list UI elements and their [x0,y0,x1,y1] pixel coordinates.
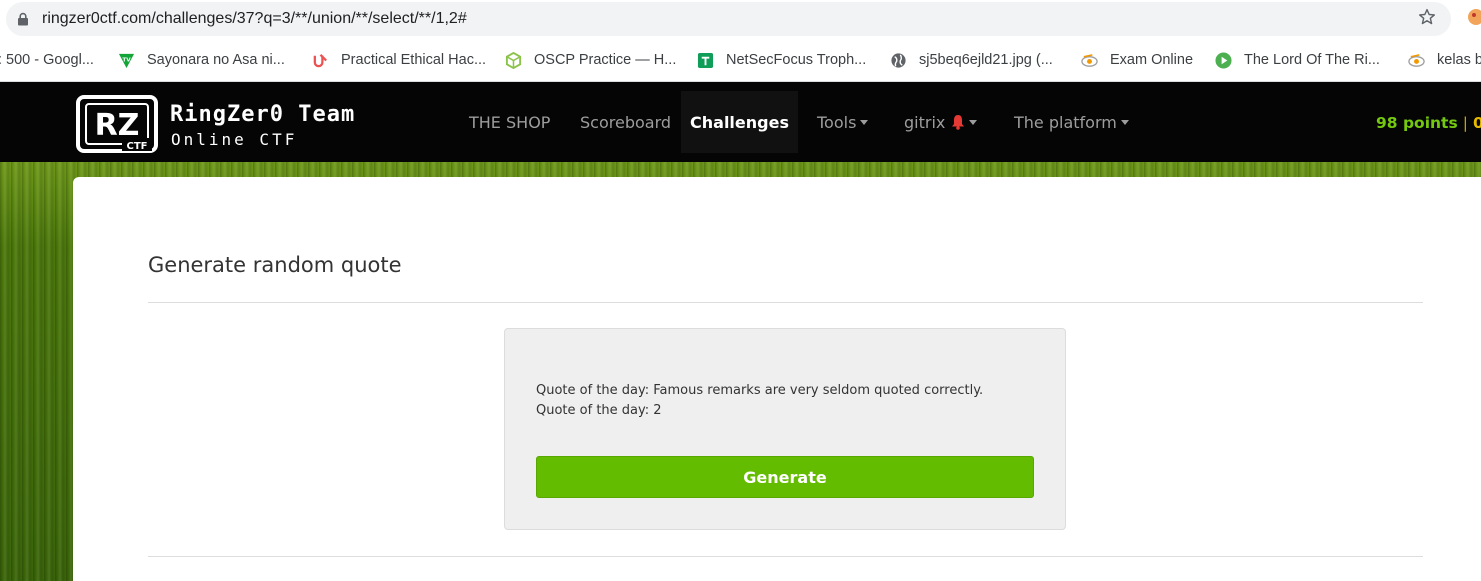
site-navbar: RZ CTF RingZer0 Team Online CTF THE SHOP… [0,82,1481,162]
nav-the-platform[interactable]: The platform [1014,91,1129,153]
play-icon [1215,51,1232,69]
ringzer0-logo[interactable]: RZ CTF RingZer0 Team Online CTF [76,95,436,153]
extension-icon[interactable] [1466,7,1481,27]
bookmark-item[interactable]: TV Sayonara no Asa ni... [118,49,285,71]
url-text[interactable]: ringzer0ctf.com/challenges/37?q=3/**/uni… [42,10,467,28]
bookmark-item[interactable]: Practical Ethical Hac... [312,49,486,71]
bookmarks-bar: : 500 - Googl... TV Sayonara no Asa ni..… [0,38,1481,82]
bookmark-label: Exam Online [1110,52,1194,68]
user-points[interactable]: 98 points | 0 [1376,114,1481,132]
lock-icon[interactable] [16,12,30,26]
nav-user-menu[interactable]: gitrix [904,91,978,153]
sheets-icon [697,52,714,68]
bell-icon [952,115,965,130]
quote-panel [504,328,1066,530]
tv-icon: TV [118,53,135,68]
url-field[interactable]: ringzer0ctf.com/challenges/37?q=3/**/uni… [6,2,1451,36]
bookmark-label: sj5beq6ejld21.jpg (... [919,52,1053,68]
address-bar: ringzer0ctf.com/challenges/37?q=3/**/uni… [0,0,1481,38]
quote-line: Quote of the day: Famous remarks are ver… [536,383,984,398]
extra-value: 0 [1472,114,1481,132]
bookmark-item[interactable]: The Lord Of The Ri... [1215,49,1380,71]
generate-button[interactable]: Generate [536,456,1034,498]
svg-text:TV: TV [122,57,131,63]
nav-label: The platform [1014,112,1117,132]
quote-line: Quote of the day: 2 [536,403,662,418]
star-icon[interactable] [1417,7,1437,27]
bookmark-item[interactable]: : 500 - Googl... [0,49,94,71]
bookmark-label: NetSecFocus Troph... [726,52,867,68]
bookmark-item[interactable]: sj5beq6ejld21.jpg (... [890,49,1053,71]
bookmark-label: kelas b [1437,52,1481,68]
chevron-down-icon [860,119,869,125]
divider [148,302,1423,303]
logo-subtitle: Online CTF [171,130,297,149]
logo-badge-sub: CTF [127,141,148,152]
nav-challenges[interactable]: Challenges [681,91,798,153]
bookmark-label: The Lord Of The Ri... [1244,52,1380,68]
nav-label: Tools [817,112,857,132]
bookmark-item[interactable]: Exam Online [1081,49,1193,71]
bookmark-item[interactable]: NetSecFocus Troph... [697,49,866,71]
bookmark-item[interactable]: kelas b [1408,49,1481,71]
bookmark-label: OSCP Practice — H... [534,52,677,68]
bookmark-label: : 500 - Googl... [0,52,94,68]
chevron-down-icon [969,119,978,125]
udemy-icon [313,53,327,67]
eye-icon [1408,53,1425,67]
page-title: Generate random quote [148,253,402,277]
nav-label: Scoreboard [580,112,672,132]
chevron-down-icon [1120,119,1129,125]
bookmark-item[interactable]: OSCP Practice — H... [505,49,676,71]
nav-tools[interactable]: Tools [817,91,869,153]
logo-badge: RZ [95,108,140,143]
points-separator: | [1462,114,1468,132]
nav-label: Challenges [690,112,789,132]
nav-the-shop[interactable]: THE SHOP [469,91,550,153]
nav-label: gitrix [904,112,946,132]
eye-icon [1081,53,1098,67]
nav-scoreboard[interactable]: Scoreboard [580,91,671,153]
globe-icon [891,52,906,68]
nav-label: THE SHOP [469,112,551,132]
bookmark-label: Sayonara no Asa ni... [147,52,285,68]
hexagon-icon [505,51,522,69]
logo-title: RingZer0 Team [170,102,355,127]
divider [148,556,1423,557]
bookmark-label: Practical Ethical Hac... [341,52,487,68]
points-value: 98 points [1376,114,1458,132]
